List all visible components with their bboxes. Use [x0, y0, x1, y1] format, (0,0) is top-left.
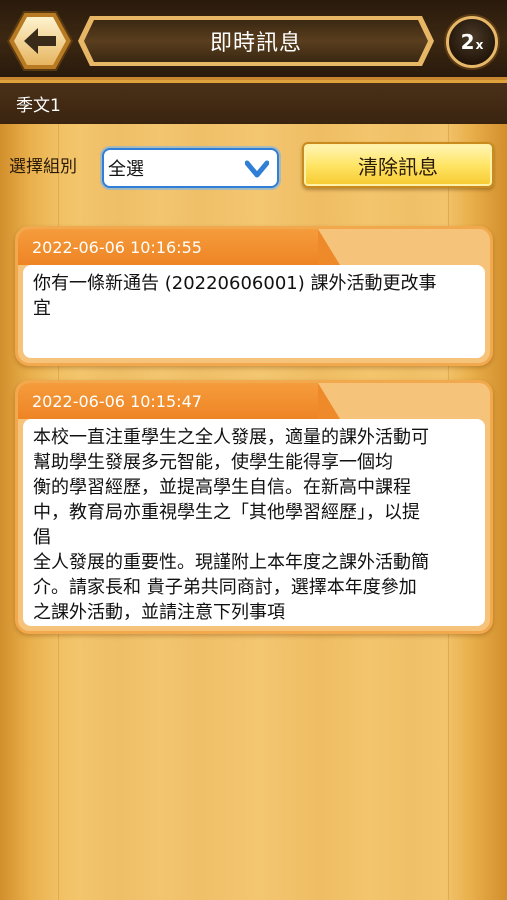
message-timestamp: 2022-06-06 10:16:55: [18, 229, 340, 265]
message-line: 中，教育局亦重視學生之「其他學習經歷」，以提: [33, 502, 420, 523]
group-select-value: 全選: [108, 159, 144, 180]
message-body-box: 本校一直注重學生之全人發展，適量的課外活動可 幫助學生發展多元智能，使學生能得享…: [23, 419, 485, 626]
message-card: 2022-06-06 10:16:55 你有一條新通告 (20220606001…: [15, 226, 493, 366]
back-arrow-icon: [6, 11, 74, 71]
message-line: 介。請家長和 貴子弟共同商討，選擇本年度參加: [33, 577, 417, 598]
clear-messages-button[interactable]: 清除訊息: [302, 142, 494, 188]
speed-button[interactable]: 2x: [446, 16, 498, 68]
user-bar: 季文1: [0, 83, 507, 124]
user-name: 季文1: [16, 96, 61, 116]
message-line: 宜: [33, 298, 51, 319]
speed-suffix: x: [475, 38, 484, 52]
back-button[interactable]: [6, 9, 74, 73]
message-body: 本校一直注重學生之全人發展，適量的課外活動可 幫助學生發展多元智能，使學生能得享…: [23, 419, 485, 625]
message-line: 全人發展的重要性。現謹附上本年度之課外活動簡: [33, 552, 429, 573]
message-timestamp: 2022-06-06 10:15:47: [18, 383, 340, 419]
message-line: 本校一直注重學生之全人發展，適量的課外活動可: [33, 427, 429, 448]
group-select-label: 選擇組別: [9, 157, 77, 177]
message-line: 幫助學生發展多元智能，使學生能得享一個均: [33, 452, 393, 473]
chevron-down-icon: [245, 160, 269, 178]
message-card: 2022-06-06 10:15:47 本校一直注重學生之全人發展，適量的課外活…: [15, 380, 493, 634]
message-line: 你有一條新通告 (20220606001) 課外活動更改事: [33, 273, 437, 294]
page-title: 即時訊息: [209, 31, 302, 56]
title-banner: 即時訊息: [76, 14, 436, 68]
speed-value: 2: [460, 30, 475, 54]
top-bar: 即時訊息 2x: [0, 0, 507, 80]
message-line: 倡: [33, 527, 51, 548]
message-line: 衡的學習經歷，並提高學生自信。在新高中課程: [33, 477, 411, 498]
message-body: 你有一條新通告 (20220606001) 課外活動更改事 宜: [23, 265, 485, 321]
message-line: 之課外活動，並請注意下列事項: [33, 602, 285, 623]
group-select[interactable]: 全選: [102, 148, 279, 188]
message-body-box: 你有一條新通告 (20220606001) 課外活動更改事 宜: [23, 265, 485, 358]
